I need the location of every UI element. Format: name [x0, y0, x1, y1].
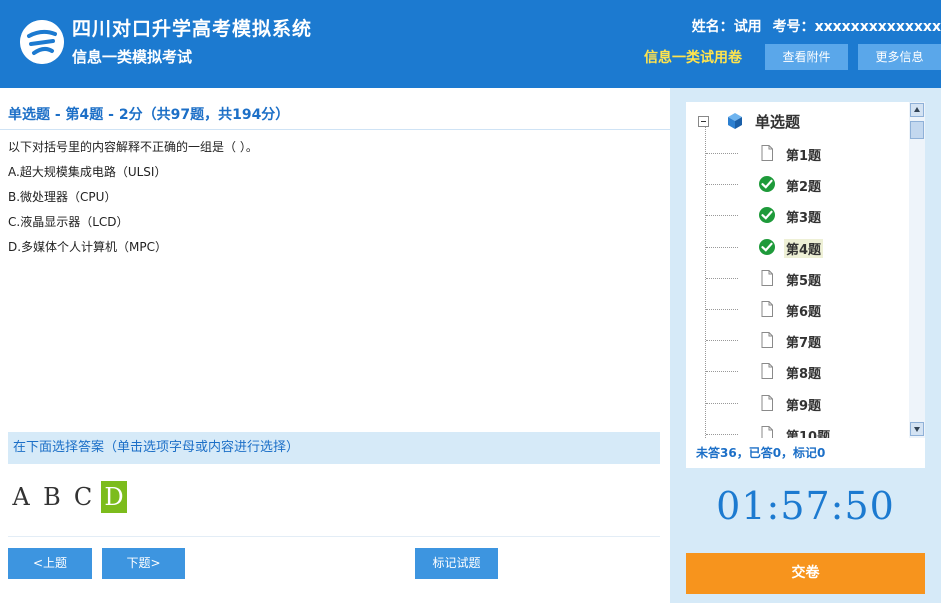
tree-item-label[interactable]: 第2题 — [784, 176, 823, 195]
tree-item-label[interactable]: 第1题 — [784, 145, 823, 164]
submit-exam-button[interactable]: 交卷 — [686, 553, 925, 594]
scroll-down-icon[interactable] — [910, 422, 924, 436]
document-icon — [761, 425, 773, 438]
system-title: 四川对口升学高考模拟系统 — [72, 18, 313, 40]
tree-connector — [706, 246, 738, 248]
tree-scrollbar[interactable] — [909, 102, 925, 438]
tree-item[interactable]: 第6题 — [706, 298, 906, 320]
tree-item[interactable]: 第2题 — [706, 173, 906, 195]
collapse-icon[interactable] — [698, 116, 709, 127]
document-icon — [761, 332, 773, 349]
tree-connector — [706, 184, 738, 186]
next-question-button[interactable]: 下题> — [102, 548, 185, 579]
candidate-info: 姓名：试用 考号：xxxxxxxxxxxxxx — [686, 16, 941, 36]
tree-connector — [706, 277, 738, 279]
tree-item-label[interactable]: 第8题 — [784, 363, 823, 382]
answer-letter-d[interactable]: D — [101, 481, 127, 513]
tree-item-label[interactable]: 第5题 — [784, 270, 823, 289]
document-icon — [761, 269, 773, 286]
exam-no-value: xxxxxxxxxxxxxx — [814, 19, 941, 35]
view-attachment-button[interactable]: 查看附件 — [765, 44, 848, 70]
scroll-thumb[interactable] — [910, 121, 924, 139]
answer-letter-a[interactable]: A — [8, 481, 34, 513]
tree-connector — [706, 153, 738, 154]
tree-connector — [706, 340, 738, 342]
tree-item-label[interactable]: 第3题 — [784, 207, 823, 226]
answered-check-icon — [759, 238, 775, 255]
exam-subtitle: 信息一类模拟考试 — [72, 48, 193, 66]
name-label: 姓名： — [691, 19, 734, 35]
document-icon — [761, 363, 773, 380]
tree-item[interactable]: 第5题 — [706, 267, 906, 289]
document-icon — [761, 394, 773, 411]
question-stem: 以下对括号里的内容解释不正确的一组是（ ）。 — [8, 140, 258, 154]
tree-connector — [706, 402, 738, 404]
question-tree: 单选题 第1题第2题第3题第4题第5题第6题第7题第8题第9题第10题 未答36… — [686, 102, 925, 468]
tree-viewport: 单选题 第1题第2题第3题第4题第5题第6题第7题第8题第9题第10题 — [686, 102, 909, 438]
option-d[interactable]: D.多媒体个人计算机（MPC） — [8, 240, 258, 265]
document-icon — [761, 301, 773, 317]
answered-check-icon — [759, 176, 775, 193]
header-bar: 四川对口升学高考模拟系统 信息一类模拟考试 姓名：试用 考号：xxxxxxxxx… — [0, 0, 941, 88]
tree-item[interactable]: 第1题 — [706, 142, 906, 164]
tree-item-label[interactable]: 第7题 — [784, 332, 823, 351]
question-header: 单选题 - 第4题 - 2分（共97题，共194分） — [0, 88, 670, 130]
answered-check-icon — [759, 207, 775, 224]
answer-letter-b[interactable]: B — [39, 481, 65, 513]
answer-stats: 未答36，已答0，标记0 — [696, 446, 826, 460]
name-value: 试用 — [733, 19, 762, 35]
countdown-timer: 01:57:50 — [716, 484, 895, 528]
option-b[interactable]: B.微处理器（CPU） — [8, 190, 258, 215]
tree-item[interactable]: 第10题 — [706, 423, 906, 438]
tree-connector — [706, 433, 738, 435]
more-info-button[interactable]: 更多信息 — [858, 44, 941, 70]
tree-connector — [706, 309, 738, 310]
app-logo-icon — [20, 20, 64, 64]
prev-question-button[interactable]: <上题 — [8, 548, 92, 579]
option-c[interactable]: C.液晶显示器（LCD） — [8, 215, 258, 240]
answer-letter-c[interactable]: C — [70, 481, 96, 513]
question-header-text: 单选题 - 第4题 - 2分（共97题，共194分） — [8, 107, 290, 123]
mark-question-button[interactable]: 标记试题 — [415, 548, 498, 579]
exam-app: 四川对口升学高考模拟系统 信息一类模拟考试 姓名：试用 考号：xxxxxxxxx… — [0, 0, 941, 603]
scroll-up-icon[interactable] — [910, 103, 924, 117]
tree-root-label: 单选题 — [755, 113, 801, 131]
answer-prompt: 在下面选择答案（单击选项字母或内容进行选择） — [8, 432, 660, 464]
tree-item-label[interactable]: 第9题 — [784, 395, 823, 414]
tree-connector — [706, 215, 738, 217]
option-a[interactable]: A.超大规模集成电路（ULSI） — [8, 165, 258, 190]
answer-letters: ABCD — [8, 481, 132, 513]
document-icon — [761, 145, 773, 161]
paper-name: 信息一类试用卷 — [644, 50, 742, 66]
tree-item[interactable]: 第4题 — [706, 236, 906, 258]
tree-connector — [706, 371, 738, 373]
tree-item-label[interactable]: 第4题 — [784, 238, 824, 258]
tree-item[interactable]: 第7题 — [706, 329, 906, 351]
divider — [8, 536, 660, 537]
cube-icon — [728, 113, 742, 129]
tree-item[interactable]: 第8题 — [706, 360, 906, 382]
tree-item-label[interactable]: 第10题 — [784, 426, 832, 438]
exam-no-label: 考号： — [772, 19, 815, 35]
tree-item-label[interactable]: 第6题 — [784, 301, 823, 320]
question-body: 以下对括号里的内容解释不正确的一组是（ ）。 A.超大规模集成电路（ULSI） … — [8, 140, 258, 265]
tree-item[interactable]: 第9题 — [706, 392, 906, 414]
tree-item[interactable]: 第3题 — [706, 204, 906, 226]
